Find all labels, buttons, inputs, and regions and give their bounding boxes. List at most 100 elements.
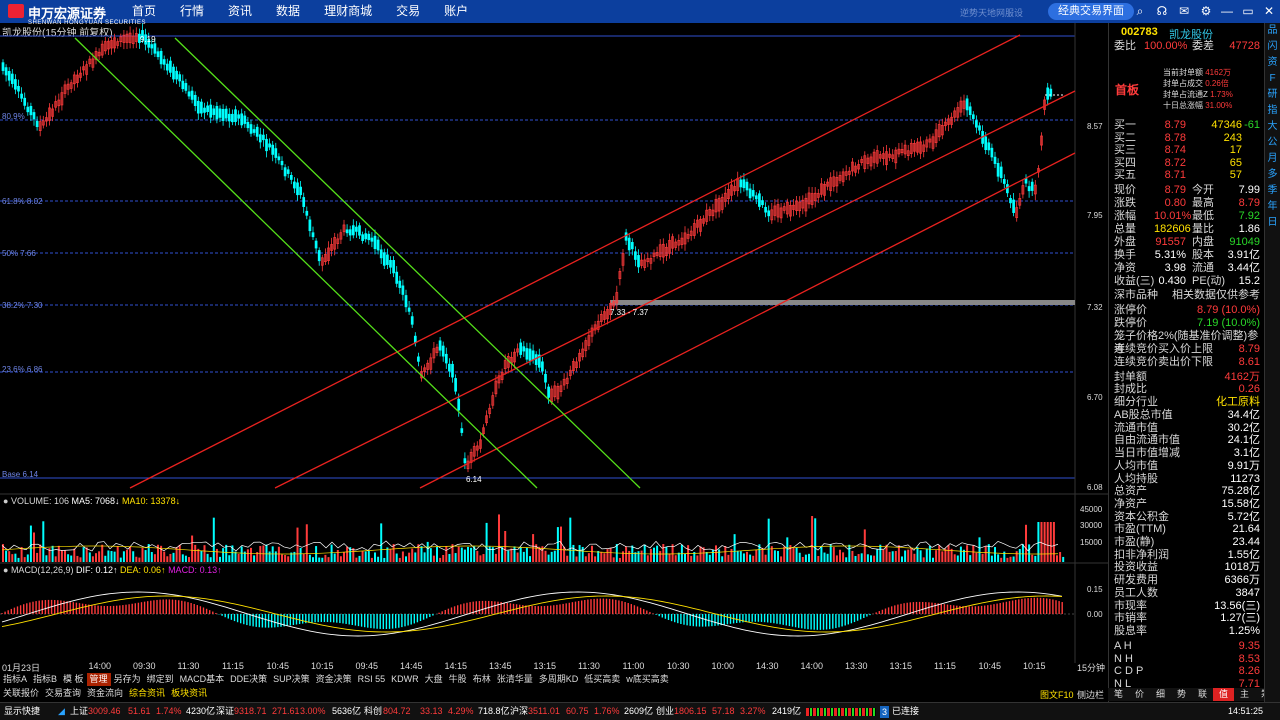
gear-icon[interactable]: ⚙	[1199, 4, 1213, 18]
sidebar-tab[interactable]: 侧边栏	[1077, 688, 1104, 701]
info-tab[interactable]: 板块资讯	[168, 687, 210, 700]
scroll-ticker[interactable]: 逆势天地网服设	[960, 6, 1023, 19]
nav-market[interactable]: 行情	[166, 0, 214, 23]
indicator-tab[interactable]: 布林	[470, 673, 494, 686]
panel-tab[interactable]: 主	[1234, 688, 1255, 701]
indicator-tab[interactable]: 指标B	[30, 673, 60, 686]
indicator-tab[interactable]: 管理	[86, 673, 111, 686]
sz-label[interactable]: 深证	[216, 703, 234, 720]
nav-home[interactable]: 首页	[122, 0, 166, 23]
f10-tab[interactable]: 图文F10	[1040, 688, 1074, 701]
bid-row[interactable]: 买三 8.74 17	[1112, 144, 1262, 157]
info-tab[interactable]: 关联报价	[0, 687, 42, 700]
tool-icon[interactable]: 日	[1265, 215, 1280, 231]
panel-tab[interactable]: 细	[1150, 688, 1171, 701]
limit-row-value: 0.26	[1238, 383, 1260, 395]
uptrend-line[interactable]	[129, 34, 1021, 489]
industry-value[interactable]: 化工原料	[1216, 396, 1260, 409]
cy-label[interactable]: 创业	[656, 703, 674, 720]
volume-bar	[454, 553, 457, 562]
indicator-tab[interactable]: 绑定到	[144, 673, 177, 686]
volume-bar	[721, 556, 724, 562]
volume-bar	[432, 555, 435, 562]
tool-icon[interactable]: 大	[1265, 119, 1280, 135]
other-row: A H 9.35	[1112, 640, 1262, 653]
panel-tab[interactable]: 联	[1192, 688, 1213, 701]
bid-row[interactable]: 买五 8.71 57	[1112, 169, 1262, 182]
industry-row: 细分行业 化工原料	[1112, 396, 1262, 409]
volume-bar	[786, 537, 789, 562]
tool-icon[interactable]: F	[1265, 71, 1280, 87]
sh-label[interactable]: 上证	[70, 703, 88, 720]
volume-bar	[268, 551, 271, 562]
tool-icon[interactable]: 指	[1265, 103, 1280, 119]
candle-body	[308, 219, 312, 232]
panel-tab[interactable]: 价	[1129, 688, 1150, 701]
indicator-tab[interactable]: 多周期KD	[536, 673, 582, 686]
volume-bar	[972, 545, 975, 562]
downtrend-line[interactable]	[74, 37, 538, 489]
volume-bar	[897, 545, 900, 562]
bid-row[interactable]: 买二 8.78 243	[1112, 132, 1262, 145]
search-icon[interactable]: ⌕	[1133, 4, 1147, 18]
indicator-tab[interactable]: 张清华量	[494, 673, 536, 686]
nav-news[interactable]: 资讯	[214, 0, 262, 23]
tool-icon[interactable]: 季	[1265, 183, 1280, 199]
indicator-tab[interactable]: DDE决策	[227, 673, 270, 686]
panel-tab[interactable]: 值	[1213, 688, 1234, 701]
indicator-tab[interactable]: 另存为	[111, 673, 144, 686]
tool-icon[interactable]: 资	[1265, 55, 1280, 71]
classic-trade-button[interactable]: 经典交易界面	[1048, 3, 1134, 20]
kline-chart[interactable]	[0, 23, 1108, 673]
headset-icon[interactable]: ☊	[1155, 4, 1169, 18]
uptrend-line[interactable]	[274, 90, 1076, 489]
nav-wealth[interactable]: 理财商城	[310, 0, 382, 23]
panel-tab[interactable]: 势	[1171, 688, 1192, 701]
indicator-tab[interactable]: 牛股	[446, 673, 470, 686]
tool-icon[interactable]: 研	[1265, 87, 1280, 103]
nav-data[interactable]: 数据	[262, 0, 310, 23]
volume-bar	[411, 548, 414, 562]
sh-value: 3009.46	[88, 706, 121, 716]
indicator-tab[interactable]: w底买高卖	[623, 673, 672, 686]
indicator-tab[interactable]: RSI 55	[355, 673, 389, 686]
bid-row[interactable]: 买一 8.79 47346 -61	[1112, 119, 1262, 132]
tool-icon[interactable]: 月	[1265, 151, 1280, 167]
indicator-tab[interactable]: 低买高卖	[581, 673, 623, 686]
indicator-tab[interactable]: 指标A	[0, 673, 30, 686]
indicator-tab[interactable]: 大盘	[422, 673, 446, 686]
stock-code: 002783	[1121, 26, 1158, 38]
fund-row: 市销率 1.27(三)	[1112, 612, 1262, 625]
kc-label[interactable]: 科创	[364, 703, 382, 720]
candle-body	[240, 113, 244, 126]
nav-trade[interactable]: 交易	[382, 0, 430, 23]
tool-icon[interactable]: 公	[1265, 135, 1280, 151]
tool-icon[interactable]: 品	[1265, 23, 1280, 39]
uptrend-line[interactable]	[419, 152, 1076, 489]
info-tab[interactable]: 综合资讯	[126, 687, 168, 700]
indicator-tab[interactable]: MACD基本	[177, 673, 228, 686]
quick-toggle[interactable]: 显示快捷	[4, 703, 40, 720]
tool-icon[interactable]: 多	[1265, 167, 1280, 183]
info-tab[interactable]: 交易查询	[42, 687, 84, 700]
indicator-tab[interactable]: 模 板	[60, 673, 87, 686]
nav-account[interactable]: 账户	[430, 0, 478, 23]
hs-amount: 2609亿	[624, 706, 654, 716]
panel-tab[interactable]: 笔	[1108, 688, 1129, 701]
info-tab[interactable]: 资金流向	[84, 687, 126, 700]
indicator-tab[interactable]: SUP决策	[270, 673, 313, 686]
tool-icon[interactable]: 年	[1265, 199, 1280, 215]
time-tick: 10:15	[311, 661, 334, 671]
maximize-icon[interactable]: ▭	[1241, 4, 1255, 18]
mail-icon[interactable]: ✉	[1177, 4, 1191, 18]
hs-label[interactable]: 沪深	[510, 703, 528, 720]
minimize-icon[interactable]: —	[1220, 4, 1234, 18]
indicator-tab[interactable]: 资金决策	[313, 673, 355, 686]
candle-body	[203, 107, 206, 113]
indicator-tab[interactable]: KDWR	[388, 673, 422, 686]
tool-icon[interactable]: 闪	[1265, 39, 1280, 55]
bid-row[interactable]: 买四 8.72 65	[1112, 157, 1262, 170]
close-icon[interactable]: ✕	[1262, 4, 1276, 18]
volume-bar	[761, 547, 764, 562]
downtrend-line[interactable]	[174, 37, 641, 489]
